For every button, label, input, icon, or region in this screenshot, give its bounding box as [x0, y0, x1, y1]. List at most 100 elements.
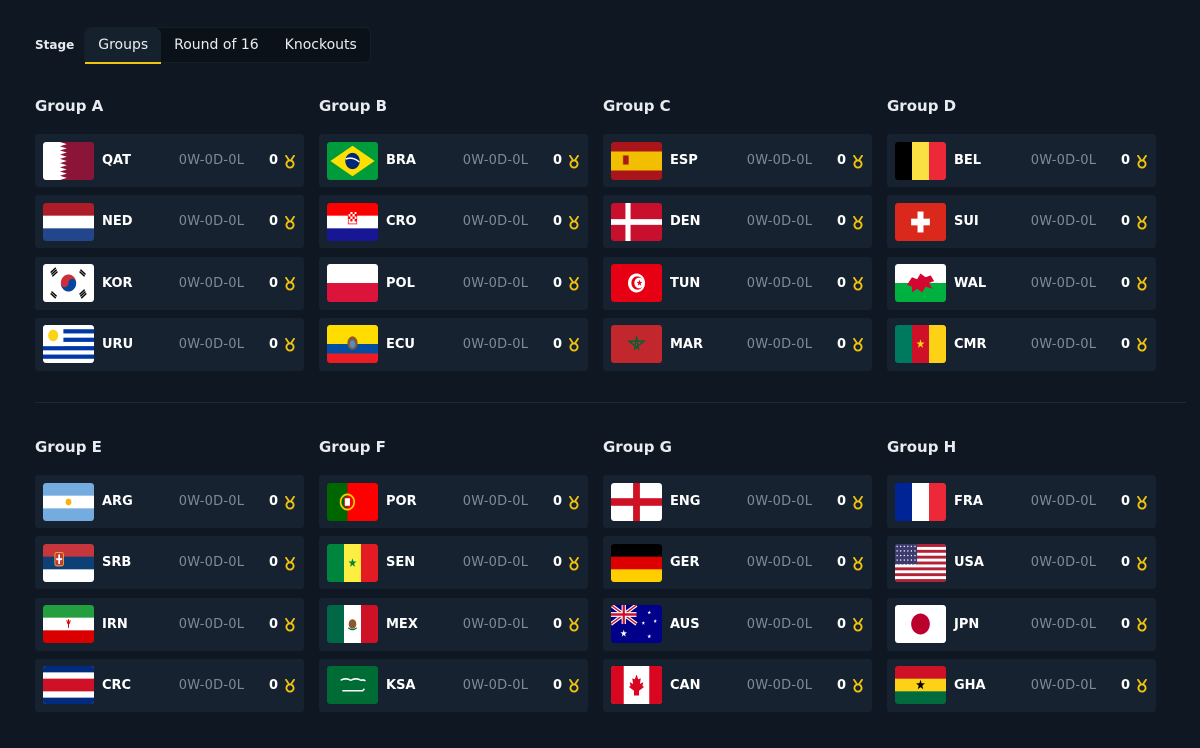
team-code: AUS: [670, 616, 700, 632]
medal-icon: [852, 276, 864, 291]
team-row-irn[interactable]: IRN 0W-0D-0L 0: [35, 597, 304, 651]
team-row-den[interactable]: DEN 0W-0D-0L 0: [603, 195, 872, 249]
team-row-por[interactable]: POR 0W-0D-0L 0: [319, 475, 588, 528]
team-row-ned[interactable]: NED 0W-0D-0L 0: [35, 195, 304, 249]
group-g: Group G ENG 0W-0D-0L 0 GER 0W-0D-0L 0 AU…: [603, 437, 872, 720]
medal-icon: [852, 495, 864, 510]
team-row-wal[interactable]: WAL 0W-0D-0L 0: [887, 256, 1156, 310]
team-points: 0: [268, 336, 278, 352]
team-row-ecu[interactable]: ECU 0W-0D-0L 0: [319, 317, 588, 371]
tab-knockouts[interactable]: Knockouts: [272, 28, 370, 64]
team-row-srb[interactable]: SRB 0W-0D-0L 0: [35, 536, 304, 590]
portugal-flag: [327, 482, 378, 521]
medal-icon: [284, 556, 296, 571]
team-row-qat[interactable]: QAT 0W-0D-0L 0: [35, 134, 304, 187]
medal-icon: [284, 215, 296, 230]
team-row-uru[interactable]: URU 0W-0D-0L 0: [35, 317, 304, 371]
team-row-arg[interactable]: ARG 0W-0D-0L 0: [35, 475, 304, 528]
group-title: Group E: [35, 438, 102, 456]
team-points: 0: [836, 153, 846, 168]
team-code: ENG: [670, 494, 701, 509]
canada-flag: [611, 666, 662, 705]
team-points: 0: [836, 555, 846, 571]
group-standings: BEL 0W-0D-0L 0 SUI 0W-0D-0L 0 WAL 0W-0D-…: [887, 134, 1156, 371]
section-divider: [35, 402, 1186, 403]
mexico-flag: [327, 605, 378, 644]
team-code: SUI: [954, 214, 979, 230]
team-record: 0W-0D-0L: [178, 275, 245, 291]
team-points: 0: [1120, 336, 1130, 352]
medal-icon: [852, 215, 864, 230]
team-record: 0W-0D-0L: [178, 555, 245, 571]
team-row-can[interactable]: CAN 0W-0D-0L 0: [603, 658, 872, 712]
team-record: 0W-0D-0L: [1030, 336, 1097, 352]
saudi-arabia-flag: [327, 666, 378, 705]
team-record: 0W-0D-0L: [178, 214, 245, 230]
team-points: 0: [552, 494, 562, 509]
team-record: 0W-0D-0L: [1030, 616, 1097, 632]
germany-flag: [611, 543, 662, 582]
team-record: 0W-0D-0L: [746, 275, 813, 291]
team-row-mar[interactable]: MAR 0W-0D-0L 0: [603, 317, 872, 371]
team-record: 0W-0D-0L: [462, 214, 529, 230]
group-h: Group H FRA 0W-0D-0L 0 USA 0W-0D-0L 0 JP…: [887, 437, 1156, 720]
team-row-jpn[interactable]: JPN 0W-0D-0L 0: [887, 597, 1156, 651]
team-record: 0W-0D-0L: [178, 494, 245, 509]
team-code: GER: [670, 555, 700, 571]
medal-icon: [568, 215, 580, 230]
team-row-ksa[interactable]: KSA 0W-0D-0L 0: [319, 658, 588, 712]
team-row-bel[interactable]: BEL 0W-0D-0L 0: [887, 134, 1156, 187]
team-row-kor[interactable]: KOR 0W-0D-0L 0: [35, 256, 304, 310]
team-record: 0W-0D-0L: [1030, 494, 1097, 509]
team-code: ECU: [386, 336, 415, 352]
team-row-sui[interactable]: SUI 0W-0D-0L 0: [887, 195, 1156, 249]
qatar-flag: [43, 141, 94, 180]
tab-round-of-16[interactable]: Round of 16: [161, 28, 272, 64]
team-row-cro[interactable]: CRO 0W-0D-0L 0: [319, 195, 588, 249]
tab-groups[interactable]: Groups: [85, 28, 162, 64]
team-points: 0: [552, 275, 562, 291]
team-record: 0W-0D-0L: [746, 677, 813, 693]
serbia-flag: [43, 543, 94, 582]
team-row-mex[interactable]: MEX 0W-0D-0L 0: [319, 597, 588, 651]
costa-rica-flag: [43, 666, 94, 705]
team-row-gha[interactable]: GHA 0W-0D-0L 0: [887, 658, 1156, 712]
medal-icon: [568, 556, 580, 571]
medal-icon: [284, 154, 296, 169]
team-code: CMR: [954, 336, 987, 352]
team-row-aus[interactable]: AUS 0W-0D-0L 0: [603, 597, 872, 651]
team-points: 0: [268, 616, 278, 632]
brazil-flag: [327, 141, 378, 180]
team-code: GHA: [954, 677, 986, 693]
poland-flag: [327, 264, 378, 303]
team-row-crc[interactable]: CRC 0W-0D-0L 0: [35, 658, 304, 712]
team-code: CRO: [386, 214, 417, 230]
team-row-fra[interactable]: FRA 0W-0D-0L 0: [887, 475, 1156, 528]
team-record: 0W-0D-0L: [1030, 275, 1097, 291]
team-code: KSA: [386, 677, 416, 693]
team-row-pol[interactable]: POL 0W-0D-0L 0: [319, 256, 588, 310]
morocco-flag: [611, 325, 662, 364]
group-title: Group G: [603, 438, 672, 456]
team-points: 0: [552, 214, 562, 230]
team-row-bra[interactable]: BRA 0W-0D-0L 0: [319, 134, 588, 187]
medal-icon: [1136, 617, 1148, 632]
team-points: 0: [1120, 677, 1130, 693]
team-row-eng[interactable]: ENG 0W-0D-0L 0: [603, 475, 872, 528]
team-record: 0W-0D-0L: [1030, 677, 1097, 693]
denmark-flag: [611, 202, 662, 241]
team-row-ger[interactable]: GER 0W-0D-0L 0: [603, 536, 872, 590]
tunisia-flag: [611, 264, 662, 303]
team-points: 0: [552, 677, 562, 693]
team-row-tun[interactable]: TUN 0W-0D-0L 0: [603, 256, 872, 310]
team-record: 0W-0D-0L: [746, 153, 813, 168]
medal-icon: [284, 617, 296, 632]
medal-icon: [1136, 276, 1148, 291]
team-row-cmr[interactable]: CMR 0W-0D-0L 0: [887, 317, 1156, 371]
team-record: 0W-0D-0L: [462, 494, 529, 509]
switzerland-flag: [895, 202, 946, 241]
team-row-usa[interactable]: USA 0W-0D-0L 0: [887, 536, 1156, 590]
team-row-sen[interactable]: SEN 0W-0D-0L 0: [319, 536, 588, 590]
team-row-esp[interactable]: ESP 0W-0D-0L 0: [603, 134, 872, 187]
england-flag: [611, 482, 662, 521]
